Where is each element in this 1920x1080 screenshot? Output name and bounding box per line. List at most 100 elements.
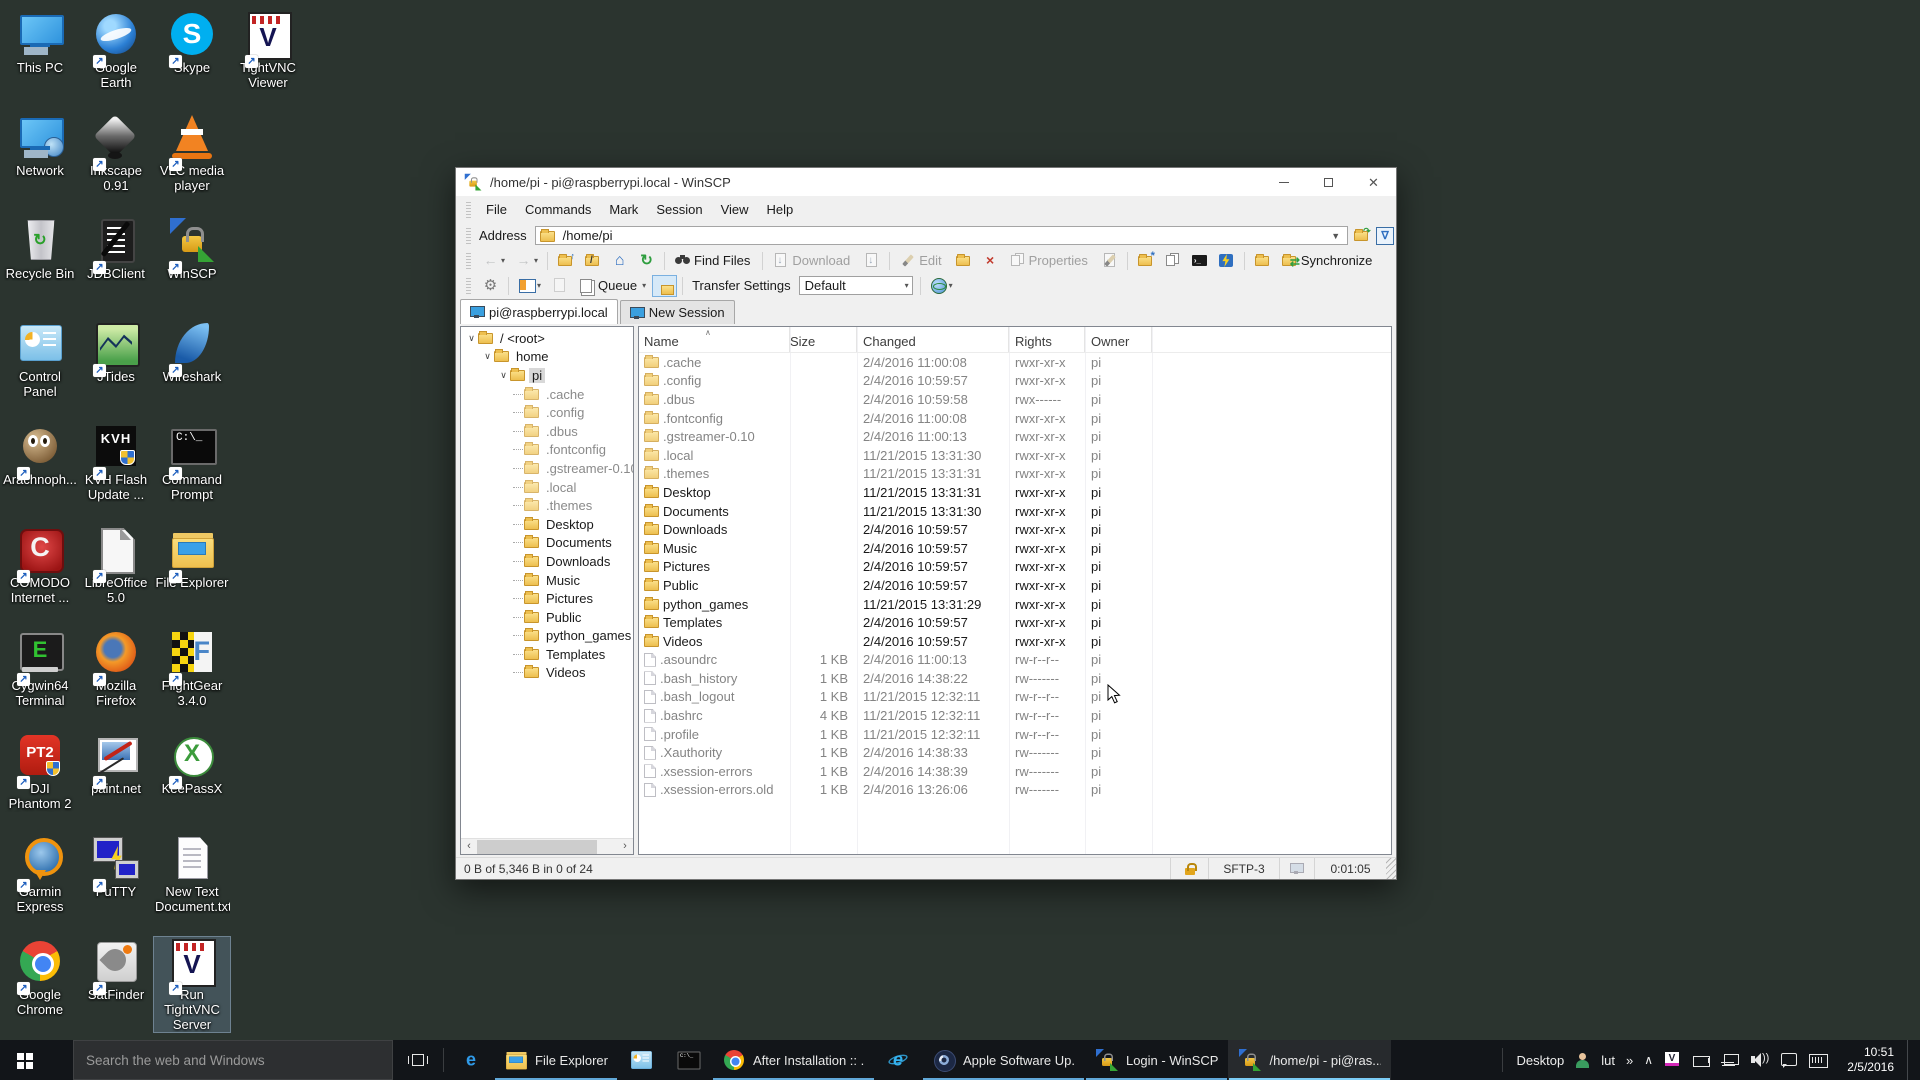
tree-item-themes[interactable]: .themes xyxy=(461,496,633,515)
transfer-settings-combobox[interactable]: Default▾ xyxy=(799,276,913,295)
desktop-icon-this-pc[interactable]: This PC xyxy=(2,10,78,75)
desktop-icon-winscp[interactable]: ↗WinSCP xyxy=(154,216,230,281)
expand-caret-icon[interactable]: ∨ xyxy=(481,351,494,362)
tree-horizontal-scrollbar[interactable]: ‹ › xyxy=(461,838,633,854)
file-row-music[interactable]: Music2/4/2016 10:59:57rwxr-xr-xpi xyxy=(639,539,1391,558)
desktop-icon-network[interactable]: Network xyxy=(2,113,78,178)
tightvnc-icon[interactable] xyxy=(1664,1052,1682,1068)
open-directory-button[interactable] xyxy=(951,250,976,272)
toolbar-grip[interactable] xyxy=(466,278,471,294)
file-row-pictures[interactable]: Pictures2/4/2016 10:59:57rwxr-xr-xpi xyxy=(639,558,1391,577)
chevron-down-icon[interactable]: ▾ xyxy=(501,256,505,265)
root-directory-button[interactable]: / xyxy=(580,250,605,272)
back-arrow-button[interactable]: ←▾ xyxy=(478,250,509,272)
home-directory-button[interactable]: ⌂ xyxy=(607,250,632,272)
taskbar-button-internet-explorer[interactable]: e xyxy=(875,1040,922,1080)
show-hidden-icons-button[interactable]: ∧ xyxy=(1644,1053,1653,1067)
file-list-panel[interactable]: ∧NameSizeChangedRightsOwner .cache2/4/20… xyxy=(638,326,1392,855)
desktop-icon-dji-phantom-2-vision-as[interactable]: PT2↗DJI Phantom 2 Vision As... xyxy=(2,731,78,812)
desktop-icon-libreoffice-5-0[interactable]: ↗LibreOffice 5.0 xyxy=(78,525,154,605)
file-row-fontconfig[interactable]: .fontconfig2/4/2016 11:00:08rwxr-xr-xpi xyxy=(639,409,1391,428)
address-field[interactable]: /home/pi ▼ xyxy=(535,226,1349,245)
encryption-status[interactable] xyxy=(1170,858,1208,879)
desktop-icon-file-explorer[interactable]: ↗File Explorer xyxy=(154,525,230,590)
commander-view-button[interactable]: ▾ xyxy=(514,275,545,297)
scrollbar-thumb[interactable] xyxy=(477,840,597,854)
tree-item-fontconfig[interactable]: .fontconfig xyxy=(461,441,633,460)
desktop-icon-control-panel[interactable]: Control Panel xyxy=(2,319,78,399)
column-header-owner[interactable]: Owner xyxy=(1085,327,1152,352)
file-row-asoundrc[interactable]: .asoundrc1 KB2/4/2016 11:00:13rw-r--r--p… xyxy=(639,651,1391,670)
column-header-rights[interactable]: Rights xyxy=(1009,327,1085,352)
properties-button[interactable]: ✓ xyxy=(1097,250,1122,272)
tree-item-root[interactable]: ∨/ <root> xyxy=(461,329,633,348)
chevron-down-icon[interactable]: ▾ xyxy=(537,281,541,290)
menu-session[interactable]: Session xyxy=(647,202,711,217)
desktop-toolbar-label[interactable]: Desktop xyxy=(1517,1053,1565,1068)
file-row-videos[interactable]: Videos2/4/2016 10:59:57rwxr-xr-xpi xyxy=(639,632,1391,651)
file-row-gstreamer-0-10[interactable]: .gstreamer-0.102/4/2016 11:00:13rwxr-xr-… xyxy=(639,427,1391,446)
taskbar-clock[interactable]: 10:51 2/5/2016 xyxy=(1838,1045,1894,1075)
directory-tree-panel[interactable]: ∨/ <root>∨home∨pi.cache.config.dbus.font… xyxy=(460,326,634,855)
file-row-public[interactable]: Public2/4/2016 10:59:57rwxr-xr-xpi xyxy=(639,576,1391,595)
menu-file[interactable]: File xyxy=(477,202,516,217)
address-dropdown-icon[interactable]: ▼ xyxy=(1328,231,1343,241)
tree-item-home[interactable]: ∨home xyxy=(461,348,633,367)
desktop-icon-jdbclient[interactable]: ↗JDBClient xyxy=(78,216,154,281)
file-row-python-games[interactable]: python_games11/21/2015 13:31:29rwxr-xr-x… xyxy=(639,595,1391,614)
action-center-icon[interactable] xyxy=(1780,1052,1798,1068)
desktop-icon-inkscape-0-91[interactable]: ↗Inkscape 0.91 xyxy=(78,113,154,193)
desktop-icon-command-prompt[interactable]: C:\_↗Command Prompt xyxy=(154,422,230,502)
file-row-downloads[interactable]: Downloads2/4/2016 10:59:57rwxr-xr-xpi xyxy=(639,520,1391,539)
desktop-icon-run-tightvnc-server[interactable]: V↗Run TightVNC Server xyxy=(154,937,230,1032)
desktop-icon-wireshark[interactable]: ↗Wireshark xyxy=(154,319,230,384)
parent-directory-button[interactable]: ↑ xyxy=(553,250,578,272)
network-icon[interactable] xyxy=(1722,1052,1740,1068)
tree-item-python-games[interactable]: python_games xyxy=(461,627,633,646)
taskbar-button-apple-software-update[interactable]: Apple Software Up... xyxy=(922,1040,1085,1080)
desktop-icon-jtides[interactable]: ↗JTides xyxy=(78,319,154,384)
chevron-down-icon[interactable]: ▾ xyxy=(534,256,538,265)
tree-item-config[interactable]: .config xyxy=(461,403,633,422)
desktop-icon-arachnoph[interactable]: ↗Arachnoph... xyxy=(2,422,78,487)
column-header-changed[interactable]: Changed xyxy=(857,327,1009,352)
resize-grip[interactable] xyxy=(1386,858,1396,879)
file-row-templates[interactable]: Templates2/4/2016 10:59:57rwxr-xr-xpi xyxy=(639,613,1391,632)
desktop-icon-skype[interactable]: S↗Skype xyxy=(154,10,230,75)
desktop-icon-tightvnc-viewer[interactable]: V↗TightVNC Viewer xyxy=(230,10,306,90)
search-input[interactable] xyxy=(73,1040,393,1080)
execute-button[interactable] xyxy=(1214,250,1239,272)
tree-item-documents[interactable]: Documents xyxy=(461,534,633,553)
file-row-xauthority[interactable]: .Xauthority1 KB2/4/2016 14:38:33rw------… xyxy=(639,743,1391,762)
file-row-bash-logout[interactable]: .bash_logout1 KB11/21/2015 12:32:11rw-r-… xyxy=(639,688,1391,707)
download-and-delete-button[interactable]: ↓ xyxy=(859,250,884,272)
file-row-desktop[interactable]: Desktop11/21/2015 13:31:31rwxr-xr-xpi xyxy=(639,483,1391,502)
tree-item-dbus[interactable]: .dbus xyxy=(461,422,633,441)
close-button[interactable]: ✕ xyxy=(1351,168,1396,196)
desktop-icon-comodo-internet[interactable]: C↗COMODO Internet ... xyxy=(2,525,78,605)
taskbar-button-edge[interactable]: e xyxy=(447,1040,494,1080)
desktop-icon-cygwin64-terminal[interactable]: E↗Cygwin64 Terminal xyxy=(2,628,78,708)
desktop-icon-flightgear-3-4-0[interactable]: F↗FlightGear 3.4.0 xyxy=(154,628,230,708)
desktop-icon-paint-net[interactable]: ↗paint.net xyxy=(78,731,154,796)
delete-button[interactable]: × xyxy=(978,250,1003,272)
minimize-button[interactable] xyxy=(1261,168,1306,196)
tree-item-pi[interactable]: ∨pi xyxy=(461,366,633,385)
file-row-bashrc[interactable]: .bashrc4 KB11/21/2015 12:32:11rw-r--r--p… xyxy=(639,706,1391,725)
keep-up-to-date-button[interactable] xyxy=(1250,250,1275,272)
toolbar-grip[interactable] xyxy=(466,228,471,244)
desktop-icon-satfinder[interactable]: ↗SatFinder xyxy=(78,937,154,1002)
taskbar-button-command-prompt[interactable]: C:\_ xyxy=(665,1040,712,1080)
session-status[interactable] xyxy=(1279,858,1314,879)
taskbar-button-winscp-session[interactable]: /home/pi - pi@ras... xyxy=(1228,1040,1391,1080)
copy-button[interactable] xyxy=(1160,250,1185,272)
file-row-bash-history[interactable]: .bash_history1 KB2/4/2016 14:38:22rw----… xyxy=(639,669,1391,688)
title-bar[interactable]: /home/pi - pi@raspberrypi.local - WinSCP… xyxy=(456,168,1396,196)
start-button[interactable] xyxy=(0,1040,48,1080)
file-row-cache[interactable]: .cache2/4/2016 11:00:08rwxr-xr-xpi xyxy=(639,353,1391,372)
desktop-icon-mozilla-firefox[interactable]: ↗Mozilla Firefox xyxy=(78,628,154,708)
file-row-documents[interactable]: Documents11/21/2015 13:31:30rwxr-xr-xpi xyxy=(639,502,1391,521)
expand-caret-icon[interactable]: ∨ xyxy=(497,370,510,381)
tree-item-downloads[interactable]: Downloads xyxy=(461,552,633,571)
menu-commands[interactable]: Commands xyxy=(516,202,600,217)
